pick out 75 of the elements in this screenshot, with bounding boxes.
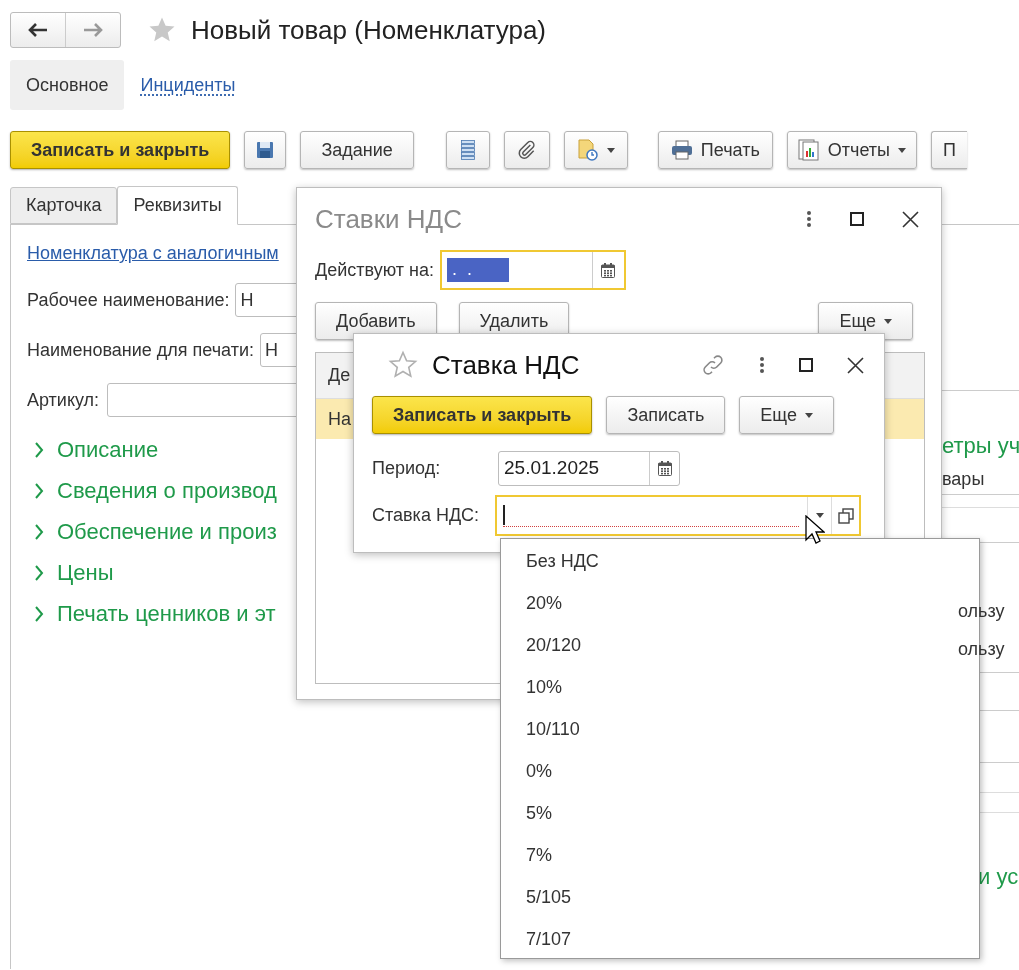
chevron-right-icon — [33, 441, 45, 458]
field-label: Рабочее наименование: — [27, 288, 230, 312]
nav-tab[interactable]: Инциденты — [124, 60, 252, 110]
dropdown-item[interactable]: 0% — [501, 750, 979, 792]
save-and-close-button[interactable]: Записать и закрыть — [10, 131, 231, 169]
collapsible-section[interactable]: Цены — [33, 552, 311, 593]
task-button[interactable]: Задание — [300, 131, 414, 169]
dropdown-item[interactable]: 10% — [501, 666, 979, 708]
collapsible-section[interactable]: Сведения о производ — [33, 470, 311, 511]
chart-report-icon — [797, 139, 820, 161]
arrow-left-icon — [28, 23, 48, 37]
form-tab[interactable]: Карточка — [10, 187, 118, 224]
collapsible-section[interactable]: Описание — [33, 429, 311, 470]
attach-button[interactable] — [503, 131, 550, 169]
caret-icon — [804, 412, 813, 418]
dialog-title: Ставки НДС — [315, 202, 462, 236]
dropdown-item[interactable]: 7/107 — [501, 918, 979, 960]
nav-tab[interactable]: Основное — [10, 60, 125, 110]
field-label: Действуют на: — [315, 258, 434, 282]
selected-date-text: . . — [446, 258, 509, 282]
reports-button[interactable]: Отчеты — [786, 131, 917, 169]
field-label: Ставка НДС: — [372, 504, 481, 527]
field-label: Артикул: — [27, 388, 100, 412]
caret-icon — [815, 513, 824, 518]
date-input-field[interactable]: 25.01.2025 — [498, 450, 680, 486]
arrow-right-icon — [83, 23, 103, 37]
dropdown-item[interactable]: Без НДС — [501, 540, 979, 582]
list-icon — [460, 140, 475, 160]
chevron-right-icon — [33, 482, 45, 499]
save-button[interactable]: Записать — [606, 396, 726, 434]
chevron-right-icon — [33, 523, 45, 540]
column-header: Де — [328, 364, 351, 387]
more-icon[interactable] — [759, 356, 765, 374]
calendar-icon — [601, 262, 616, 278]
document-clock-icon — [576, 139, 599, 161]
toolbar-button[interactable]: П — [931, 131, 967, 169]
calendar-icon — [657, 460, 672, 476]
link-icon[interactable] — [701, 353, 725, 377]
maximize-icon[interactable] — [799, 358, 813, 372]
date-input-field[interactable]: . . — [439, 250, 626, 290]
favorite-star-icon[interactable] — [388, 350, 418, 380]
option-label: ользу — [957, 600, 1006, 623]
table-cell-text: На — [328, 407, 351, 431]
window-title: Новый товар (Номенклатура) — [191, 13, 547, 47]
dropdown-item[interactable]: 7% — [501, 834, 979, 876]
option-label: ользу — [957, 638, 1006, 661]
caret-icon — [898, 147, 906, 153]
document-menu-button[interactable] — [563, 131, 628, 169]
close-icon[interactable] — [847, 356, 864, 374]
dropdown-item[interactable]: 10/110 — [501, 708, 979, 750]
close-icon[interactable] — [902, 210, 919, 228]
list-icon-button[interactable] — [445, 131, 490, 169]
dialog-title: Ставка НДС — [432, 348, 580, 382]
chevron-right-icon — [33, 605, 45, 622]
dropdown-item[interactable]: 5/105 — [501, 876, 979, 918]
chevron-right-icon — [33, 564, 45, 581]
field-label: Наименование для печати: — [27, 338, 254, 362]
caret-icon — [606, 147, 615, 153]
print-button[interactable]: Печать — [657, 131, 773, 169]
dropdown-item[interactable]: 5% — [501, 792, 979, 834]
collapsible-section[interactable]: Печать ценников и эт — [33, 593, 311, 634]
caret-icon — [884, 318, 892, 324]
section-heading: етры уч — [942, 432, 1019, 460]
save-and-close-button[interactable]: Записать и закрыть — [372, 396, 593, 434]
save-icon-button[interactable] — [244, 131, 287, 169]
open-form-icon — [837, 507, 854, 524]
printer-icon — [670, 140, 693, 160]
form-tab[interactable]: Реквизиты — [117, 186, 238, 225]
section-heading: и ус — [977, 863, 1019, 891]
more-icon[interactable] — [806, 210, 812, 228]
field-label: Период: — [372, 456, 442, 480]
paperclip-icon — [516, 140, 537, 160]
more-menu-button[interactable]: Еще — [739, 396, 834, 434]
collapsible-section[interactable]: Обеспечение и произ — [33, 511, 311, 552]
maximize-icon[interactable] — [850, 212, 864, 226]
